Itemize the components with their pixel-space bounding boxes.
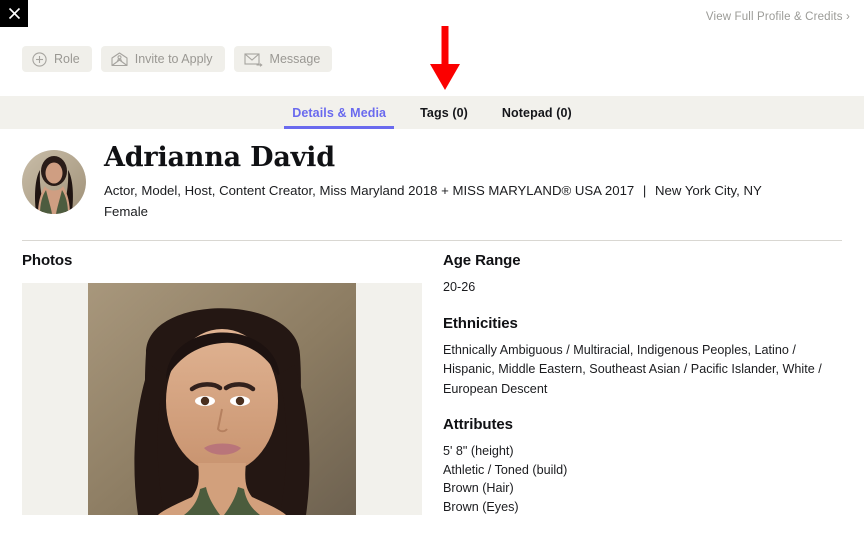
header-divider (22, 240, 842, 241)
invite-to-apply-button[interactable]: Invite to Apply (100, 46, 225, 72)
attribute-item: Brown (Eyes) (443, 499, 519, 514)
profile-gender: Female (104, 204, 148, 220)
tab-details-and-media[interactable]: Details & Media (275, 106, 403, 129)
photo-gallery (22, 283, 422, 515)
identity-text: Adrianna David Actor, Model, Host, Conte… (104, 143, 762, 222)
profile-location: New York City, NY (655, 182, 762, 198)
action-button-group: Role Invite to Apply Message (22, 46, 333, 72)
page-title: Adrianna David (104, 142, 335, 173)
tab-tags-label: Tags (0) (420, 106, 468, 120)
top-bar: View Full Profile & Credits › (0, 0, 864, 28)
message-label: Message (269, 52, 321, 66)
tab-notepad-label: Notepad (0) (501, 106, 572, 120)
attributes-title: Attributes (443, 416, 513, 434)
tab-strip: Details & Media Tags (0) Notepad (0) (0, 96, 864, 129)
ethnicities-title: Ethnicities (443, 314, 518, 332)
profile-header: Adrianna David Actor, Model, Host, Conte… (22, 143, 842, 222)
close-icon (8, 7, 21, 20)
plus-circle-icon (32, 51, 47, 67)
attributes-list: 5' 8" (height) Athletic / Toned (build) … (443, 442, 843, 517)
tab-details-and-media-label: Details & Media (292, 106, 387, 120)
avatar[interactable] (22, 150, 86, 214)
age-range-title: Age Range (443, 252, 521, 269)
photo-thumbnail[interactable] (88, 283, 356, 515)
open-envelope-person-icon (111, 51, 128, 67)
invite-to-apply-label: Invite to Apply (134, 52, 213, 66)
tab-tags[interactable]: Tags (0) (403, 106, 485, 129)
ethnicities-value: Ethnically Ambiguous / Multiracial, Indi… (443, 342, 822, 396)
close-button[interactable] (0, 0, 28, 27)
profile-roles: Actor, Model, Host, Content Creator, Mis… (104, 182, 635, 198)
profile-meta: Actor, Model, Host, Content Creator, Mis… (104, 180, 762, 223)
attribute-item: Athletic / Toned (build) (443, 462, 568, 477)
annotation-arrow-down-icon (424, 26, 466, 92)
attribute-item: 5' 8" (height) (443, 444, 514, 459)
age-range-value: 20-26 (443, 280, 476, 294)
photos-title: Photos (22, 252, 73, 269)
profile-meta-separator: | (642, 182, 647, 198)
view-full-profile-link[interactable]: View Full Profile & Credits › (706, 11, 850, 23)
photos-section: Photos (22, 252, 422, 515)
tab-notepad[interactable]: Notepad (0) (485, 106, 589, 129)
details-section: Age Range 20-26 Ethnicities Ethnically A… (443, 252, 843, 534)
attribute-item: Brown (Hair) (443, 481, 514, 496)
envelope-arrow-icon (243, 52, 263, 67)
add-role-label: Role (54, 52, 80, 66)
add-role-button[interactable]: Role (22, 46, 92, 72)
message-button[interactable]: Message (233, 46, 333, 72)
